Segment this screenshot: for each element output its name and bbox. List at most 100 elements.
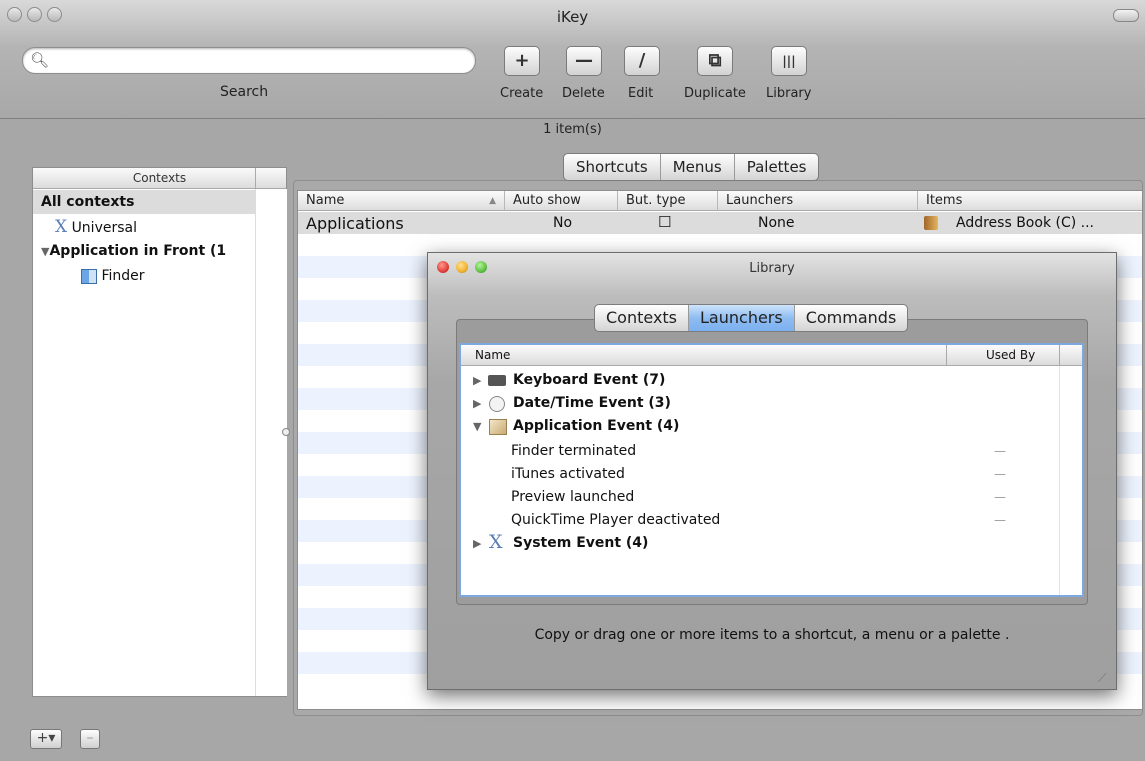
library-hint: Copy or drag one or more items to a shor… [534,627,1010,643]
library-window: Library Contexts Launchers Commands Name… [427,252,1117,690]
group-label: System Event (4) [513,535,649,551]
cell-name: Applications [306,214,404,233]
minus-icon: — [575,50,593,71]
split-view-handle[interactable] [282,428,290,436]
tab-launchers[interactable]: Launchers [689,305,795,331]
duplicate-icon: ⧉ [708,50,722,71]
tab-menus[interactable]: Menus [661,154,735,180]
cell-launchers: None [758,215,795,231]
finder-icon [81,268,97,284]
contexts-panel: Contexts All contexts X Universal ▼Appli… [32,167,287,697]
used-by-value: — [994,444,1006,458]
x-icon: X [55,217,68,237]
list-item[interactable]: Finder terminated — [461,440,1061,463]
group-date-time-event[interactable]: ▶ Date/Time Event (3) [461,392,1061,415]
library-button[interactable]: ||| [771,46,807,76]
table-row[interactable]: Applications No ☐ None Address Book (C) … [298,212,1142,234]
x-icon: X [489,531,503,553]
library-label[interactable]: Library [766,86,811,101]
toolbar-toggle-button[interactable] [1113,9,1139,22]
search-input[interactable]: 🔍︎ [22,47,476,74]
tab-commands[interactable]: Commands [795,305,908,331]
pencil-icon: / [638,50,646,71]
disclosure-closed-icon[interactable]: ▶ [473,392,481,415]
launcher-label: Finder terminated [511,443,637,459]
plus-icon: + [514,50,530,71]
context-app-in-front[interactable]: ▼Application in Front (1 [33,239,255,263]
edit-label[interactable]: Edit [628,86,653,101]
cell-items: Address Book (C) ... [956,215,1094,231]
context-label: All contexts [41,194,135,210]
create-label[interactable]: Create [500,86,543,101]
column-header-name[interactable]: Name ▲ [298,191,505,211]
list-item[interactable]: iTunes activated — [461,463,1061,486]
column-header-but-type[interactable]: But. type [618,191,718,211]
group-label: Keyboard Event (7) [513,372,666,388]
header-divider [1059,345,1060,365]
used-by-value: — [994,513,1006,527]
context-label: Application in Front (1 [49,243,227,259]
delete-button[interactable]: — [566,46,602,76]
resize-grip-icon[interactable]: ⟋ [1098,671,1106,686]
list-item[interactable]: QuickTime Player deactivated — [461,509,1061,532]
remove-context-button[interactable]: – [80,729,100,749]
header-label: Name [306,193,345,208]
keyboard-icon [488,375,506,386]
sort-ascending-icon: ▲ [489,196,496,206]
header-divider [255,168,256,188]
search-icon: 🔍︎ [30,51,50,69]
library-title: Library [749,261,795,276]
disclosure-open-icon[interactable]: ▼ [473,415,481,438]
main-window: iKey 🔍︎ Search + Create — Delete / Edit … [0,0,1145,761]
group-application-event[interactable]: ▼ Application Event (4) [461,415,1061,438]
disclosure-closed-icon[interactable]: ▶ [473,532,481,555]
cell-auto-show: No [553,215,573,231]
group-label: Date/Time Event (3) [513,395,671,411]
header-divider [946,345,947,365]
launchers-outline: Name Used By ▶ Keyboard Event (7) ▶ Date… [459,343,1084,597]
search-label: Search [220,84,269,100]
delete-label[interactable]: Delete [562,86,605,101]
library-tabs: Contexts Launchers Commands [594,304,909,332]
tab-palettes[interactable]: Palettes [735,154,819,180]
item-count: 1 item(s) [543,122,602,137]
duplicate-label[interactable]: Duplicate [684,86,746,101]
used-by-value: — [994,467,1006,481]
add-context-button[interactable]: +▾ [30,729,62,749]
column-header-items[interactable]: Items [918,191,1142,211]
context-universal[interactable]: X Universal [33,215,255,239]
column-header-launchers[interactable]: Launchers [718,191,918,211]
view-tabs: Shortcuts Menus Palettes [563,153,820,181]
create-button[interactable]: + [504,46,540,76]
checkbox-icon[interactable]: ☐ [658,213,671,231]
contexts-header[interactable]: Contexts [33,168,286,189]
context-label: Universal [71,220,137,236]
context-finder[interactable]: Finder [33,264,255,288]
disclosure-closed-icon[interactable]: ▶ [473,369,481,392]
launcher-label: QuickTime Player deactivated [511,512,721,528]
clock-icon [489,396,505,412]
library-icon: ||| [782,54,796,68]
launcher-label: iTunes activated [511,466,625,482]
contexts-scrollbar[interactable] [255,189,287,696]
list-item[interactable]: Preview launched — [461,486,1061,509]
column-header-used-by[interactable]: Used By [986,348,1035,362]
outline-header: Name Used By [461,345,1082,366]
tab-shortcuts[interactable]: Shortcuts [564,154,661,180]
column-header-name[interactable]: Name [475,348,510,362]
column-header-auto-show[interactable]: Auto show [505,191,618,211]
used-by-value: — [994,490,1006,504]
group-label: Application Event (4) [513,418,680,434]
duplicate-button[interactable]: ⧉ [697,46,733,76]
edit-button[interactable]: / [624,46,660,76]
address-book-icon [924,216,938,230]
window-title: iKey [556,8,589,26]
tab-contexts[interactable]: Contexts [595,305,690,331]
toolbar-area: iKey 🔍︎ Search + Create — Delete / Edit … [0,0,1145,119]
group-system-event[interactable]: ▶ X System Event (4) [461,531,1061,555]
context-all[interactable]: All contexts [33,190,255,214]
application-icon [489,419,507,435]
context-label: Finder [101,268,145,284]
launcher-label: Preview launched [511,489,635,505]
group-keyboard-event[interactable]: ▶ Keyboard Event (7) [461,369,1061,392]
